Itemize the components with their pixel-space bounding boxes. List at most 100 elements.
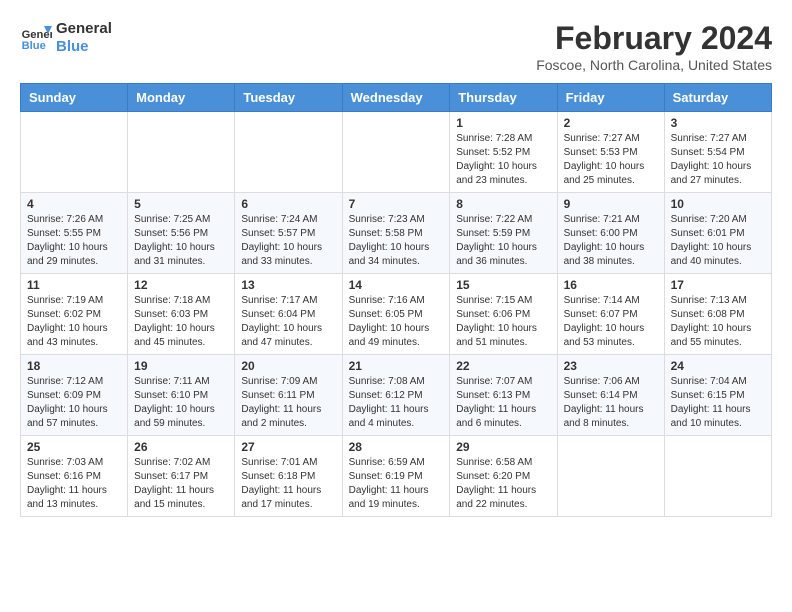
day-info: Sunrise: 7:22 AM Sunset: 5:59 PM Dayligh…	[456, 213, 550, 269]
day-number: 16	[564, 278, 658, 292]
day-number: 1	[456, 116, 550, 130]
day-number: 23	[564, 359, 658, 373]
day-info: Sunrise: 7:19 AM Sunset: 6:02 PM Dayligh…	[27, 294, 121, 350]
calendar-week-1: 1 Sunrise: 7:28 AM Sunset: 5:52 PM Daylig…	[21, 112, 772, 193]
day-number: 13	[241, 278, 335, 292]
day-info: Sunrise: 7:09 AM Sunset: 6:11 PM Dayligh…	[241, 375, 335, 431]
calendar-week-2: 4 Sunrise: 7:26 AM Sunset: 5:55 PM Daylig…	[21, 193, 772, 274]
day-number: 11	[27, 278, 121, 292]
weekday-header-tuesday: Tuesday	[235, 84, 342, 112]
month-year-title: February 2024	[536, 20, 772, 57]
day-info: Sunrise: 7:26 AM Sunset: 5:55 PM Dayligh…	[27, 213, 121, 269]
day-info: Sunrise: 7:24 AM Sunset: 5:57 PM Dayligh…	[241, 213, 335, 269]
calendar-cell: 14Sunrise: 7:16 AM Sunset: 6:05 PM Dayli…	[342, 274, 450, 355]
calendar-cell: 9 Sunrise: 7:21 AM Sunset: 6:00 PM Daylig…	[557, 193, 664, 274]
calendar-cell: 13 Sunrise: 7:17 AM Sunset: 6:04 PM Dayli…	[235, 274, 342, 355]
calendar-cell: 11 Sunrise: 7:19 AM Sunset: 6:02 PM Dayli…	[21, 274, 128, 355]
day-number: 29	[456, 440, 550, 454]
day-number: 15	[456, 278, 550, 292]
calendar-cell: 6 Sunrise: 7:24 AM Sunset: 5:57 PM Daylig…	[235, 193, 342, 274]
day-number: 17	[671, 278, 765, 292]
day-number: 19	[134, 359, 228, 373]
day-number: 20	[241, 359, 335, 373]
day-info: Sunrise: 6:58 AM Sunset: 6:20 PM Dayligh…	[456, 456, 550, 512]
day-number: 26	[134, 440, 228, 454]
calendar-cell: 27 Sunrise: 7:01 AM Sunset: 6:18 PM Dayli…	[235, 436, 342, 517]
calendar-cell: 7Sunrise: 7:23 AM Sunset: 5:58 PM Daylig…	[342, 193, 450, 274]
day-info: Sunrise: 7:17 AM Sunset: 6:04 PM Dayligh…	[241, 294, 335, 350]
calendar-cell	[128, 112, 235, 193]
calendar-cell: 3Sunrise: 7:27 AM Sunset: 5:54 PM Daylig…	[664, 112, 771, 193]
calendar-cell: 12 Sunrise: 7:18 AM Sunset: 6:03 PM Dayli…	[128, 274, 235, 355]
calendar-cell: 22Sunrise: 7:07 AM Sunset: 6:13 PM Dayli…	[450, 355, 557, 436]
calendar-cell: 28 Sunrise: 6:59 AM Sunset: 6:19 PM Dayli…	[342, 436, 450, 517]
calendar-cell	[235, 112, 342, 193]
day-number: 27	[241, 440, 335, 454]
calendar-cell: 23 Sunrise: 7:06 AM Sunset: 6:14 PM Dayli…	[557, 355, 664, 436]
day-number: 4	[27, 197, 121, 211]
day-info: Sunrise: 7:21 AM Sunset: 6:00 PM Dayligh…	[564, 213, 658, 269]
calendar-cell	[664, 436, 771, 517]
calendar-cell: 10Sunrise: 7:20 AM Sunset: 6:01 PM Dayli…	[664, 193, 771, 274]
calendar-cell: 16 Sunrise: 7:14 AM Sunset: 6:07 PM Dayli…	[557, 274, 664, 355]
day-number: 25	[27, 440, 121, 454]
day-info: Sunrise: 7:14 AM Sunset: 6:07 PM Dayligh…	[564, 294, 658, 350]
day-number: 8	[456, 197, 550, 211]
calendar-week-5: 25 Sunrise: 7:03 AM Sunset: 6:16 PM Dayli…	[21, 436, 772, 517]
calendar-cell: 19 Sunrise: 7:11 AM Sunset: 6:10 PM Dayli…	[128, 355, 235, 436]
weekday-header-row: SundayMondayTuesdayWednesdayThursdayFrid…	[21, 84, 772, 112]
day-info: Sunrise: 7:28 AM Sunset: 5:52 PM Dayligh…	[456, 132, 550, 188]
day-number: 5	[134, 197, 228, 211]
calendar-cell: 15 Sunrise: 7:15 AM Sunset: 6:06 PM Dayli…	[450, 274, 557, 355]
logo-text-blue: Blue	[56, 38, 112, 56]
day-number: 21	[349, 359, 444, 373]
day-info: Sunrise: 7:01 AM Sunset: 6:18 PM Dayligh…	[241, 456, 335, 512]
calendar-cell: 18Sunrise: 7:12 AM Sunset: 6:09 PM Dayli…	[21, 355, 128, 436]
calendar-cell: 8 Sunrise: 7:22 AM Sunset: 5:59 PM Daylig…	[450, 193, 557, 274]
day-info: Sunrise: 7:08 AM Sunset: 6:12 PM Dayligh…	[349, 375, 444, 431]
calendar-cell	[557, 436, 664, 517]
day-info: Sunrise: 7:27 AM Sunset: 5:53 PM Dayligh…	[564, 132, 658, 188]
day-number: 6	[241, 197, 335, 211]
title-block: February 2024 Foscoe, North Carolina, Un…	[536, 20, 772, 73]
day-number: 10	[671, 197, 765, 211]
weekday-header-sunday: Sunday	[21, 84, 128, 112]
calendar-cell: 4 Sunrise: 7:26 AM Sunset: 5:55 PM Daylig…	[21, 193, 128, 274]
day-info: Sunrise: 7:03 AM Sunset: 6:16 PM Dayligh…	[27, 456, 121, 512]
day-info: Sunrise: 7:18 AM Sunset: 6:03 PM Dayligh…	[134, 294, 228, 350]
day-info: Sunrise: 7:07 AM Sunset: 6:13 PM Dayligh…	[456, 375, 550, 431]
calendar-cell: 26 Sunrise: 7:02 AM Sunset: 6:17 PM Dayli…	[128, 436, 235, 517]
logo-icon: General Blue	[20, 22, 52, 54]
logo: General Blue General Blue	[20, 20, 112, 56]
day-info: Sunrise: 7:11 AM Sunset: 6:10 PM Dayligh…	[134, 375, 228, 431]
day-number: 28	[349, 440, 444, 454]
day-number: 12	[134, 278, 228, 292]
calendar-cell	[21, 112, 128, 193]
calendar-cell: 24Sunrise: 7:04 AM Sunset: 6:15 PM Dayli…	[664, 355, 771, 436]
weekday-header-wednesday: Wednesday	[342, 84, 450, 112]
day-info: Sunrise: 7:15 AM Sunset: 6:06 PM Dayligh…	[456, 294, 550, 350]
day-number: 18	[27, 359, 121, 373]
calendar-week-3: 11 Sunrise: 7:19 AM Sunset: 6:02 PM Dayli…	[21, 274, 772, 355]
day-info: Sunrise: 7:06 AM Sunset: 6:14 PM Dayligh…	[564, 375, 658, 431]
day-number: 9	[564, 197, 658, 211]
weekday-header-friday: Friday	[557, 84, 664, 112]
calendar-table: SundayMondayTuesdayWednesdayThursdayFrid…	[20, 83, 772, 517]
day-info: Sunrise: 7:13 AM Sunset: 6:08 PM Dayligh…	[671, 294, 765, 350]
day-info: Sunrise: 7:02 AM Sunset: 6:17 PM Dayligh…	[134, 456, 228, 512]
day-info: Sunrise: 7:25 AM Sunset: 5:56 PM Dayligh…	[134, 213, 228, 269]
page-header: General Blue General Blue February 2024 …	[20, 20, 772, 73]
location-subtitle: Foscoe, North Carolina, United States	[536, 57, 772, 73]
calendar-cell: 5 Sunrise: 7:25 AM Sunset: 5:56 PM Daylig…	[128, 193, 235, 274]
calendar-cell	[342, 112, 450, 193]
logo-text-general: General	[56, 20, 112, 38]
day-info: Sunrise: 7:27 AM Sunset: 5:54 PM Dayligh…	[671, 132, 765, 188]
day-number: 24	[671, 359, 765, 373]
calendar-cell: 2Sunrise: 7:27 AM Sunset: 5:53 PM Daylig…	[557, 112, 664, 193]
day-number: 14	[349, 278, 444, 292]
weekday-header-thursday: Thursday	[450, 84, 557, 112]
calendar-cell: 20 Sunrise: 7:09 AM Sunset: 6:11 PM Dayli…	[235, 355, 342, 436]
calendar-cell: 21 Sunrise: 7:08 AM Sunset: 6:12 PM Dayli…	[342, 355, 450, 436]
calendar-cell: 25 Sunrise: 7:03 AM Sunset: 6:16 PM Dayli…	[21, 436, 128, 517]
day-info: Sunrise: 6:59 AM Sunset: 6:19 PM Dayligh…	[349, 456, 444, 512]
